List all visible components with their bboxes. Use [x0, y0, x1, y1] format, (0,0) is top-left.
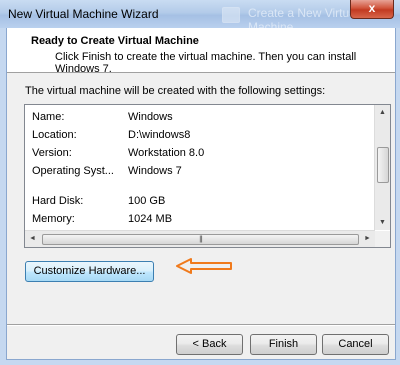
scrollbar-corner — [375, 231, 390, 247]
wizard-client-area: Ready to Create Virtual Machine Click Fi… — [6, 28, 396, 360]
scroll-down-icon[interactable]: ▼ — [375, 215, 390, 230]
setting-value: Windows 7 — [128, 165, 182, 177]
horizontal-scroll-thumb[interactable]: ||| — [42, 234, 359, 245]
setting-key: Version: — [32, 147, 72, 159]
settings-intro-text: The virtual machine will be created with… — [25, 85, 326, 97]
vertical-scroll-thumb[interactable] — [377, 147, 389, 183]
cancel-button[interactable]: Cancel — [322, 334, 389, 355]
setting-value: 1024 MB — [128, 213, 173, 225]
scroll-left-icon[interactable]: ◄ — [25, 231, 40, 247]
horizontal-scrollbar[interactable]: ◄ ||| ► — [25, 230, 375, 247]
window-frame: Ready to Create Virtual Machine Click Fi… — [0, 28, 400, 365]
title-bar: New Virtual Machine Wizard Create a New … — [0, 0, 400, 34]
window-title: New Virtual Machine Wizard — [8, 7, 159, 21]
scroll-up-icon[interactable]: ▲ — [375, 105, 390, 120]
close-button[interactable]: x — [350, 0, 394, 19]
annotation-arrow-icon — [176, 258, 232, 274]
background-window-button — [222, 7, 240, 23]
customize-hardware-button[interactable]: Customize Hardware... — [25, 261, 154, 282]
setting-key: Operating Syst... — [32, 165, 114, 177]
close-icon: x — [368, 1, 376, 15]
back-button[interactable]: < Back — [176, 334, 243, 355]
setting-value: D:\windows8 — [128, 129, 191, 141]
setting-value: Workstation 8.0 — [128, 147, 205, 159]
page-subtitle: Click Finish to create the virtual machi… — [55, 51, 357, 75]
footer-separator — [7, 324, 395, 326]
setting-key: Memory: — [32, 213, 75, 225]
scroll-right-icon[interactable]: ► — [360, 231, 375, 247]
setting-key: Name: — [32, 111, 65, 123]
vertical-scrollbar[interactable]: ▲ ▼ — [374, 105, 390, 230]
wizard-header: Ready to Create Virtual Machine Click Fi… — [7, 28, 395, 75]
finish-button[interactable]: Finish — [250, 334, 317, 355]
setting-key: Hard Disk: — [32, 195, 84, 207]
setting-value: Windows — [128, 111, 173, 123]
settings-summary-list[interactable]: Name: Windows Location: D:\windows8 Vers… — [24, 104, 391, 248]
setting-key: Location: — [32, 129, 77, 141]
page-title: Ready to Create Virtual Machine — [31, 35, 199, 47]
setting-value: 100 GB — [128, 195, 166, 207]
